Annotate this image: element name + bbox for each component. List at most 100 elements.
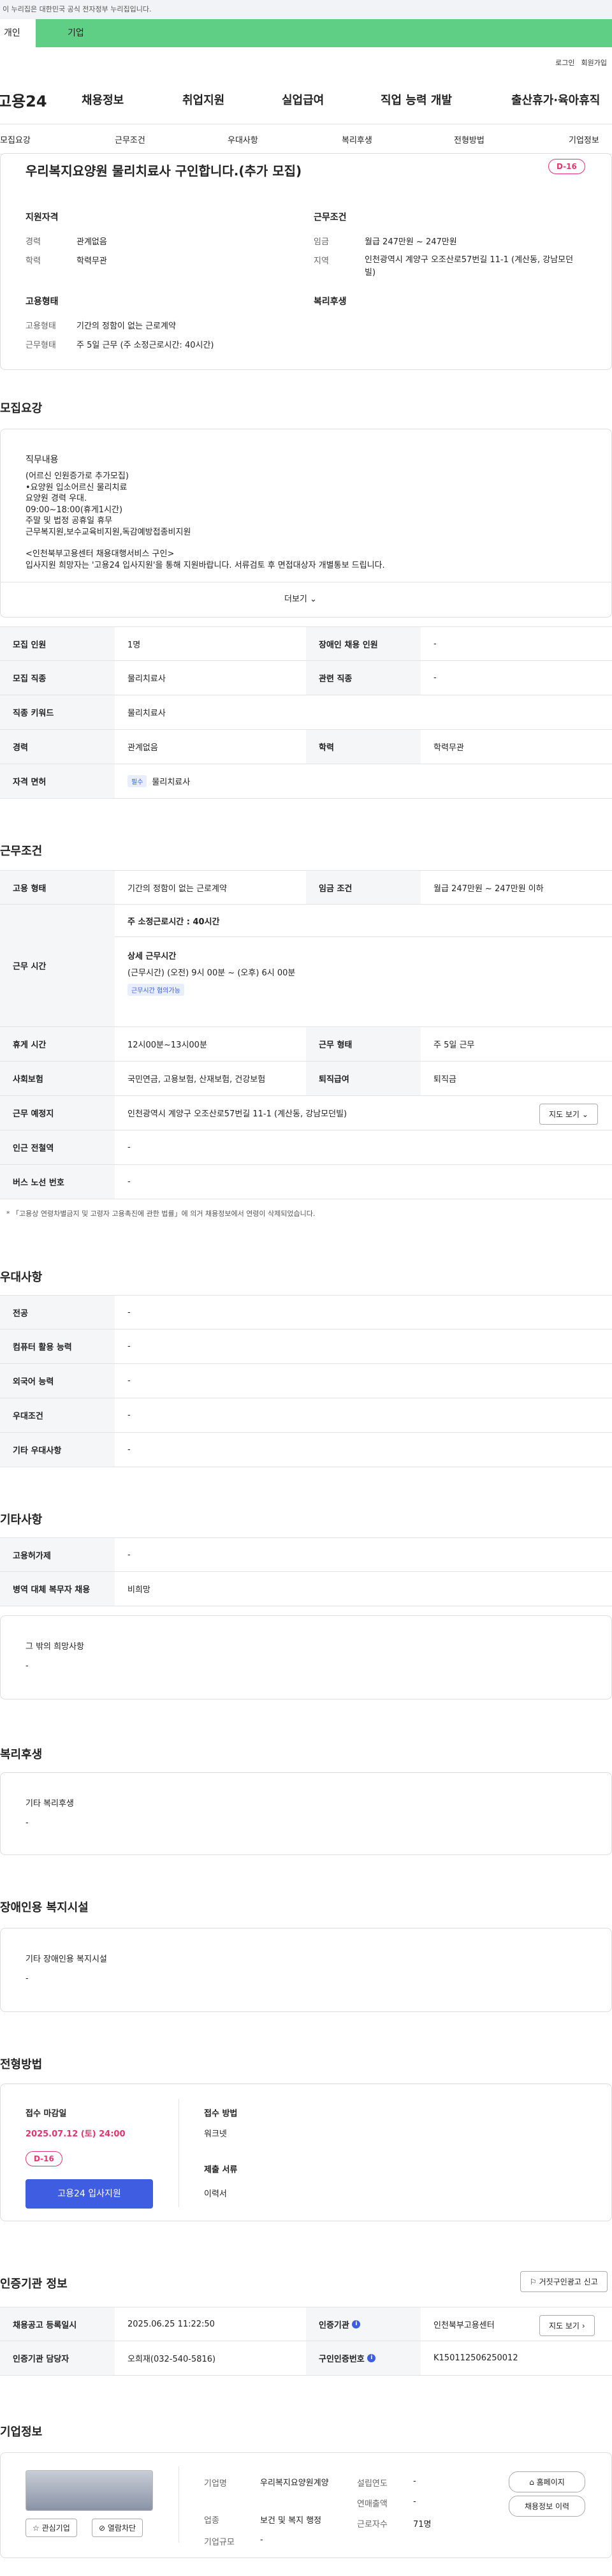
worktype-label: 근무형태 xyxy=(26,341,56,350)
subnav-welfare[interactable]: 복리후생 xyxy=(342,133,372,145)
tab-business[interactable]: 기업 xyxy=(36,19,612,47)
table-row: 근무 시간 주 소정근로시간 : 40시간 상세 근무시간 (근무시간) (오전… xyxy=(0,905,612,1027)
row-header: 휴게 시간 xyxy=(0,1027,115,1061)
join-link[interactable]: 회원가입 xyxy=(581,59,607,67)
row-header: 버스 노선 번호 xyxy=(0,1165,115,1199)
row-value: K150112506250012 xyxy=(433,2353,518,2363)
desc-line: 주말 및 법정 공휴일 휴무 xyxy=(26,516,113,526)
row-header: 근무 예정지 xyxy=(0,1096,115,1130)
row-value: 물리치료사 xyxy=(127,674,166,684)
row-header: 인증기관 담당자 xyxy=(0,2341,115,2375)
info-icon[interactable]: i xyxy=(367,2354,376,2362)
career-label: 경력 xyxy=(26,237,41,247)
subnav-recruit[interactable]: 모집요강 xyxy=(0,133,31,145)
apply-button[interactable]: 고용24 입사지원 xyxy=(26,2179,153,2209)
flag-icon: ⚐ xyxy=(530,2277,537,2286)
row-header: 구인인증번호 i xyxy=(306,2341,421,2375)
row-header: 고용허가제 xyxy=(0,1538,115,1571)
method-value: 워크넷 xyxy=(204,2129,227,2139)
table-row: 휴게 시간 12시00분~13시00분 근무 형태 주 5일 근무 xyxy=(0,1027,612,1062)
subnav-company[interactable]: 기업정보 xyxy=(569,133,599,145)
welfare-card xyxy=(0,1772,612,1855)
method-title: 접수 방법 xyxy=(204,2109,238,2119)
desc-line: •요양원 입소어르신 물리치료 xyxy=(26,482,127,492)
row-value: 퇴직금 xyxy=(433,1075,456,1084)
table-row: 경력 관계없음 학력 학력무관 xyxy=(0,730,612,764)
gnb-item-unemployment[interactable]: 실업급여 xyxy=(282,91,324,108)
report-button[interactable]: ⚐ 거짓구인광고 신고 xyxy=(520,2271,608,2292)
favorite-button[interactable]: ☆ 관심기업 xyxy=(26,2519,77,2537)
row-header: 기타 우대사항 xyxy=(0,1433,115,1467)
gnb-item-employment-support[interactable]: 취업지원 xyxy=(182,91,224,108)
edu-label: 학력 xyxy=(26,256,41,266)
founded-value: - xyxy=(413,2476,416,2486)
table-row: 직종 키워드 물리치료사 xyxy=(0,695,612,730)
map-button[interactable]: 지도 보기 ⌄ xyxy=(539,1104,598,1125)
table-row: 인증기관 담당자 오희재(032-540-5816) 구인인증번호 i K150… xyxy=(0,2341,612,2376)
table-row: 자격 면허 필수 물리치료사 xyxy=(0,764,612,799)
cert-map-button[interactable]: 지도 보기 › xyxy=(539,2315,595,2336)
disabled-section-title: 장애인용 복지시설 xyxy=(0,1901,89,1914)
table-row: 모집 직종 물리치료사 관련 직종 - xyxy=(0,661,612,695)
welfare-other-title: 기타 복리후생 xyxy=(26,1799,74,1809)
welfare-section-title: 복리후생 xyxy=(0,1748,43,1761)
row-header: 모집 인원 xyxy=(0,627,115,660)
row-header: 컴퓨터 활용 능력 xyxy=(0,1329,115,1363)
size-label: 기업규모 xyxy=(204,2538,235,2547)
company-section-title: 기업정보 xyxy=(0,2425,43,2439)
row-value: 월급 247만원 ~ 247만원 이하 xyxy=(433,884,544,894)
edu-value: 학력무관 xyxy=(76,256,107,266)
table-row: 고용 형태 기간의 정함이 없는 근로계약 임금 조건 월급 247만원 ~ 2… xyxy=(0,870,612,905)
subnav-preferences[interactable]: 우대사항 xyxy=(228,133,258,145)
qual-title: 지원자격 xyxy=(26,212,59,223)
row-value: 12시00분~13시00분 xyxy=(127,1040,207,1050)
job-history-button[interactable]: 채용정보 이력 xyxy=(509,2496,585,2517)
gnb-item-jobs[interactable]: 채용정보 xyxy=(82,91,124,108)
row-header: 인근 전철역 xyxy=(0,1130,115,1164)
block-button[interactable]: ⊘ 열람차단 xyxy=(92,2519,143,2537)
row-value: 관계없음 xyxy=(127,743,158,753)
login-link[interactable]: 로그인 xyxy=(555,59,574,67)
gnb-item-training[interactable]: 직업 능력 개발 xyxy=(381,91,452,108)
age-notice: * 「고용상 연령차별금지 및 고령자 고용촉진에 관한 법률」에 의거 채용정… xyxy=(6,1210,316,1218)
gnb-item-parental-leave[interactable]: 출산휴가·육아휴직 xyxy=(511,91,600,108)
row-header: 우대조건 xyxy=(0,1398,115,1432)
chevron-right-icon: › xyxy=(581,2321,585,2330)
more-button[interactable]: 더보기 ⌄ xyxy=(284,592,317,604)
top-links: 로그인 회원가입 xyxy=(549,57,607,68)
emptype-value: 기간의 정함이 없는 근로계약 xyxy=(76,322,176,331)
row-header: 전공 xyxy=(0,1296,115,1329)
row-value: - xyxy=(127,1177,131,1187)
desc-line: <인천북부고용센터 채용대행서비스 구인> xyxy=(26,549,175,559)
docs-value: 이력서 xyxy=(204,2189,227,2199)
deadline-value: 2025.07.12 (토) 24:00 xyxy=(26,2129,126,2139)
info-icon[interactable]: i xyxy=(352,2320,361,2328)
subnav-conditions[interactable]: 근무조건 xyxy=(115,133,145,145)
block-icon: ⊘ xyxy=(99,2524,106,2533)
row-header: 고용 형태 xyxy=(0,871,115,904)
row-value: 비희망 xyxy=(127,1585,150,1595)
industry-value: 보건 및 복지 행정 xyxy=(260,2516,322,2526)
hours-detail-title: 상세 근무시간 xyxy=(127,952,177,961)
row-value: 필수 물리치료사 xyxy=(115,764,190,798)
site-logo[interactable]: 고용24 xyxy=(0,89,74,111)
sales-label: 연매출액 xyxy=(357,2499,388,2509)
table-row: 병역 대체 복무자 채용 비희망 xyxy=(0,1572,612,1606)
row-value: 기간의 정함이 없는 근로계약 xyxy=(127,884,227,894)
row-value: 국민연금, 고용보험, 산재보험, 건강보험 xyxy=(127,1075,266,1084)
tab-individual[interactable]: 개인 xyxy=(0,19,36,47)
disabled-card xyxy=(0,1928,612,2012)
homepage-button[interactable]: ⌂ 홈페이지 xyxy=(509,2471,585,2492)
table-row: 모집 인원 1명 장애인 채용 인원 - xyxy=(0,626,612,661)
row-header: 외국어 능력 xyxy=(0,1364,115,1398)
worktype-value: 주 5일 근무 (주 소정근로시간: 40시간) xyxy=(76,341,214,350)
table-row: 외국어 능력 - xyxy=(0,1364,612,1398)
subnav-process[interactable]: 전형방법 xyxy=(454,133,484,145)
disabled-other-value: - xyxy=(26,1974,29,1983)
hours-chip: 근무시간 협의가능 xyxy=(127,984,189,996)
row-header: 장애인 채용 인원 xyxy=(306,627,421,660)
table-row: 근무 예정지 인천광역시 계양구 오조산로57번길 11-1 (계산동, 강남모… xyxy=(0,1096,612,1130)
global-nav: 고용24 채용정보 취업지원 실업급여 직업 능력 개발 출산휴가·육아휴직 xyxy=(0,87,612,112)
row-value: - xyxy=(127,1410,131,1420)
pref-section-title: 우대사항 xyxy=(0,1271,43,1284)
